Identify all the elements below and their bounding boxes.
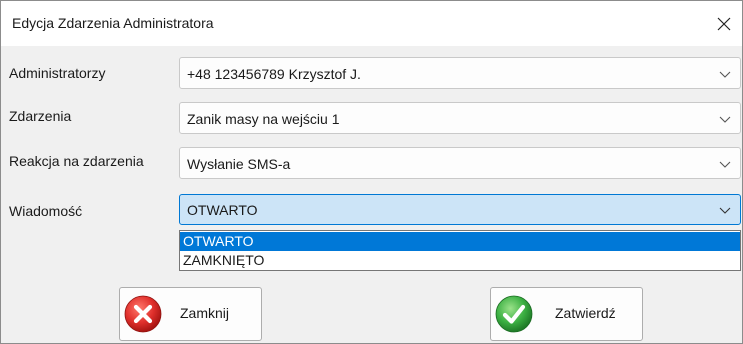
close-button[interactable]: Zamknij: [119, 287, 262, 341]
chevron-down-icon: [719, 116, 731, 123]
reaction-select[interactable]: Wysłanie SMS-a: [179, 147, 741, 179]
reaction-value: Wysłanie SMS-a: [187, 156, 291, 172]
events-label: Zdarzenia: [9, 108, 72, 124]
dropdown-option-opened[interactable]: OTWARTO: [180, 232, 740, 251]
dialog-window: Edycja Zdarzenia Administratora Administ…: [0, 0, 743, 344]
dropdown-option-closed[interactable]: ZAMKNIĘTO: [180, 251, 740, 270]
title-bar: Edycja Zdarzenia Administratora: [1, 1, 742, 46]
message-value: OTWARTO: [187, 202, 258, 218]
administrators-label: Administratorzy: [9, 65, 106, 81]
red-x-circle-icon: [124, 295, 162, 333]
close-button-label: Zamknij: [180, 305, 230, 321]
window-title: Edycja Zdarzenia Administratora: [12, 15, 214, 31]
administrators-select[interactable]: +48 123456789 Krzysztof J.: [179, 57, 741, 89]
chevron-down-icon: [719, 161, 731, 168]
reaction-label: Reakcja na zdarzenia: [9, 153, 144, 169]
confirm-button[interactable]: Zatwierdź: [490, 287, 643, 341]
message-select[interactable]: OTWARTO: [179, 194, 741, 225]
message-label: Wiadomość: [9, 203, 83, 219]
chevron-down-icon: [719, 71, 731, 78]
chevron-down-icon: [719, 207, 731, 214]
close-icon[interactable]: [706, 1, 742, 46]
dialog-body: Administratorzy +48 123456789 Krzysztof …: [1, 46, 742, 343]
administrators-value: +48 123456789 Krzysztof J.: [187, 66, 361, 82]
green-check-circle-icon: [495, 295, 533, 333]
events-select[interactable]: Zanik masy na wejściu 1: [179, 102, 741, 134]
confirm-button-label: Zatwierdź: [555, 305, 616, 321]
events-value: Zanik masy na wejściu 1: [187, 111, 340, 127]
message-dropdown-list: OTWARTO ZAMKNIĘTO: [179, 230, 741, 271]
